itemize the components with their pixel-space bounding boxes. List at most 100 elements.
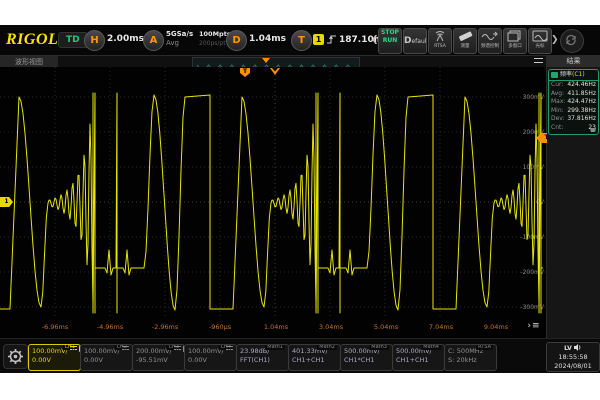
math-box-math3[interactable]: Math3500.00mV/CH1*CH1 bbox=[340, 344, 393, 371]
measurement-label: Min: bbox=[551, 107, 564, 116]
results-title: 结果 bbox=[547, 55, 600, 67]
channel-scale: 100.00mV/ bbox=[32, 347, 80, 356]
clock-time: 18:55:58 bbox=[558, 353, 587, 361]
measurement-value: 424.46Hz bbox=[567, 81, 596, 90]
channel-box-ch4[interactable]: CH4100.00mV/0.00V bbox=[184, 344, 237, 371]
channel-offset: CH1+CH1 bbox=[292, 356, 340, 365]
sample-rate: 5GSa/s bbox=[166, 30, 193, 38]
measure-icon bbox=[551, 72, 558, 78]
channel-scale: 100.00mV/ bbox=[188, 347, 236, 356]
default-button[interactable]: Default bbox=[403, 28, 427, 54]
measurement-label: Avg: bbox=[551, 90, 564, 99]
channel-scale: 100.00mV/ bbox=[84, 347, 132, 356]
measurement-label: Cnt: bbox=[551, 124, 563, 133]
spectrum-icon bbox=[480, 30, 500, 43]
measurement-value: 424.47Hz bbox=[567, 98, 596, 107]
self-cal-button[interactable] bbox=[560, 29, 584, 53]
time-axis-label: 5.04ms bbox=[374, 323, 399, 331]
math-box-math2[interactable]: Math2401.33mV/CH1+CH1 bbox=[288, 344, 341, 371]
channel-tab-label: Math1 bbox=[265, 344, 285, 350]
sample-rate-group[interactable]: 5GSa/s Avg bbox=[166, 30, 193, 48]
bottom-bar: CH1100.00mV/0.00VCH2100.00mV/0.00VCH3200… bbox=[0, 338, 600, 373]
windows-icon bbox=[505, 30, 525, 43]
grid-menu-expand-icon[interactable]: ›≡ bbox=[524, 320, 544, 333]
top-bar: RIGOL TD H 2.00ms/ A 5GSa/s Avg 100Mpts … bbox=[0, 25, 600, 56]
acquire-knob[interactable]: A bbox=[143, 30, 164, 51]
math-box-math1[interactable]: Math123.98dB/FFT(CH1) bbox=[236, 344, 289, 371]
dc-coupling-icon bbox=[122, 346, 129, 352]
delay-value[interactable]: 1.04ms bbox=[249, 34, 286, 44]
gear-icon bbox=[7, 348, 24, 365]
channel-offset: FFT(CH1) bbox=[240, 356, 288, 365]
measurement-value: 411.85Hz bbox=[567, 90, 596, 99]
delay-knob[interactable]: D bbox=[226, 30, 247, 51]
dc-coupling-icon bbox=[174, 346, 181, 352]
rigol-logo: RIGOL bbox=[6, 31, 58, 49]
channel-box-ch3[interactable]: CH3200.00mV/-95.51mV bbox=[132, 344, 185, 371]
sound-icon bbox=[574, 344, 582, 351]
time-axis-label: 3.04ms bbox=[319, 323, 344, 331]
measurement-value: 37.816Hz bbox=[567, 115, 596, 124]
volt-axis-label: 100mV bbox=[523, 164, 545, 171]
cursor-screen-icon bbox=[530, 30, 550, 43]
run-stop-button[interactable]: STOP RUN bbox=[378, 28, 402, 54]
oscilloscope-screen: RIGOL TD H 2.00ms/ A 5GSa/s Avg 100Mpts … bbox=[0, 25, 600, 372]
refresh-icon bbox=[564, 33, 578, 47]
channel1-trace bbox=[0, 93, 543, 313]
waveform-svg: -6.96ms-4.96ms-2.96ms-960µs1.04ms3.04ms5… bbox=[0, 67, 546, 338]
channel-tab-label: Math2 bbox=[317, 344, 337, 350]
acquire-mode: Avg bbox=[166, 39, 179, 47]
rtsa-box[interactable]: RTSAC: 500MHzS: 20kHz bbox=[444, 344, 497, 371]
trigger-edge-icon bbox=[327, 34, 337, 45]
time-axis-label: -2.96ms bbox=[152, 323, 179, 331]
measurement-row: Cur: 424.46Hz bbox=[549, 81, 598, 90]
channel-offset: 0.00V bbox=[84, 356, 132, 365]
dc-coupling-icon bbox=[226, 346, 233, 352]
trigger-source-badge[interactable]: 1 bbox=[313, 34, 324, 45]
measurement-row: Avg:411.85Hz bbox=[549, 90, 598, 99]
rtsa-button[interactable]: RTSA bbox=[428, 28, 452, 54]
measurement-rows: Cur: 424.46HzAvg:411.85HzMax:424.47HzMin:… bbox=[549, 81, 598, 132]
measurement-label: Dev: bbox=[551, 115, 565, 124]
multi-window-button[interactable]: 多窗口 bbox=[503, 28, 527, 54]
channel-tab-label: Math3 bbox=[369, 344, 389, 350]
time-axis-label: 1.04ms bbox=[264, 323, 289, 331]
waveform-display[interactable]: -6.96ms-4.96ms-2.96ms-960µs1.04ms3.04ms5… bbox=[0, 67, 546, 338]
results-sidebar: 结果 频率(C1) Cur: 424.46HzAvg:411.85HzMax:42… bbox=[547, 55, 600, 338]
measurement-card[interactable]: 频率(C1) Cur: 424.46HzAvg:411.85HzMax:424.4… bbox=[548, 69, 599, 135]
measurement-row: Max:424.47Hz bbox=[549, 98, 598, 107]
measurement-value: 299.38Hz bbox=[567, 107, 596, 116]
math-box-math4[interactable]: Math4500.00mV/CH1+CH1 bbox=[392, 344, 445, 371]
channel-offset: CH1+CH1 bbox=[396, 356, 444, 365]
cursor-button[interactable]: 光标 bbox=[528, 28, 552, 54]
time-axis-label: -4.96ms bbox=[97, 323, 124, 331]
timebase-value[interactable]: 2.00ms/ bbox=[107, 34, 147, 44]
channel-offset: 0.00V bbox=[32, 356, 80, 365]
spectrum-control-button[interactable]: 频谱控制 bbox=[478, 28, 502, 54]
dc-coupling-icon bbox=[70, 346, 77, 352]
measurement-label: Cur: bbox=[551, 81, 563, 90]
channel-offset: -95.51mV bbox=[136, 356, 184, 365]
measure-button[interactable]: 测量 bbox=[453, 28, 477, 54]
channel-tab-label: Math4 bbox=[421, 344, 441, 350]
sample-resolution: 200ps/pt bbox=[199, 40, 226, 47]
trigger-knob[interactable]: T bbox=[291, 30, 312, 51]
measurement-label: Max: bbox=[551, 98, 565, 107]
horizontal-knob[interactable]: H bbox=[84, 30, 105, 51]
channel-offset: S: 20kHz bbox=[448, 356, 496, 365]
time-axis-label: 9.04ms bbox=[484, 323, 509, 331]
channel-box-ch2[interactable]: CH2100.00mV/0.00V bbox=[80, 344, 133, 371]
channel-tab-label: RTSA bbox=[476, 344, 493, 350]
channel-box-ch1[interactable]: CH1100.00mV/0.00V bbox=[28, 344, 81, 371]
lan-status: LV bbox=[564, 345, 572, 352]
toolbar-expand-chevron[interactable]: ❯ bbox=[551, 35, 559, 45]
time-axis-label: 7.04ms bbox=[429, 323, 454, 331]
measurement-card-tab[interactable]: 频率(C1) bbox=[549, 70, 598, 81]
volt-axis-label: 300mV bbox=[523, 94, 545, 101]
clock-date: 2024/08/01 bbox=[554, 362, 591, 370]
settings-button[interactable] bbox=[3, 344, 28, 369]
system-status-box[interactable]: LV 18:55:58 2024/08/01 bbox=[546, 342, 600, 372]
measurement-row: Dev:37.816Hz bbox=[549, 115, 598, 124]
time-axis-label: -960µs bbox=[209, 323, 232, 331]
measurement-row: Min:299.38Hz bbox=[549, 107, 598, 116]
